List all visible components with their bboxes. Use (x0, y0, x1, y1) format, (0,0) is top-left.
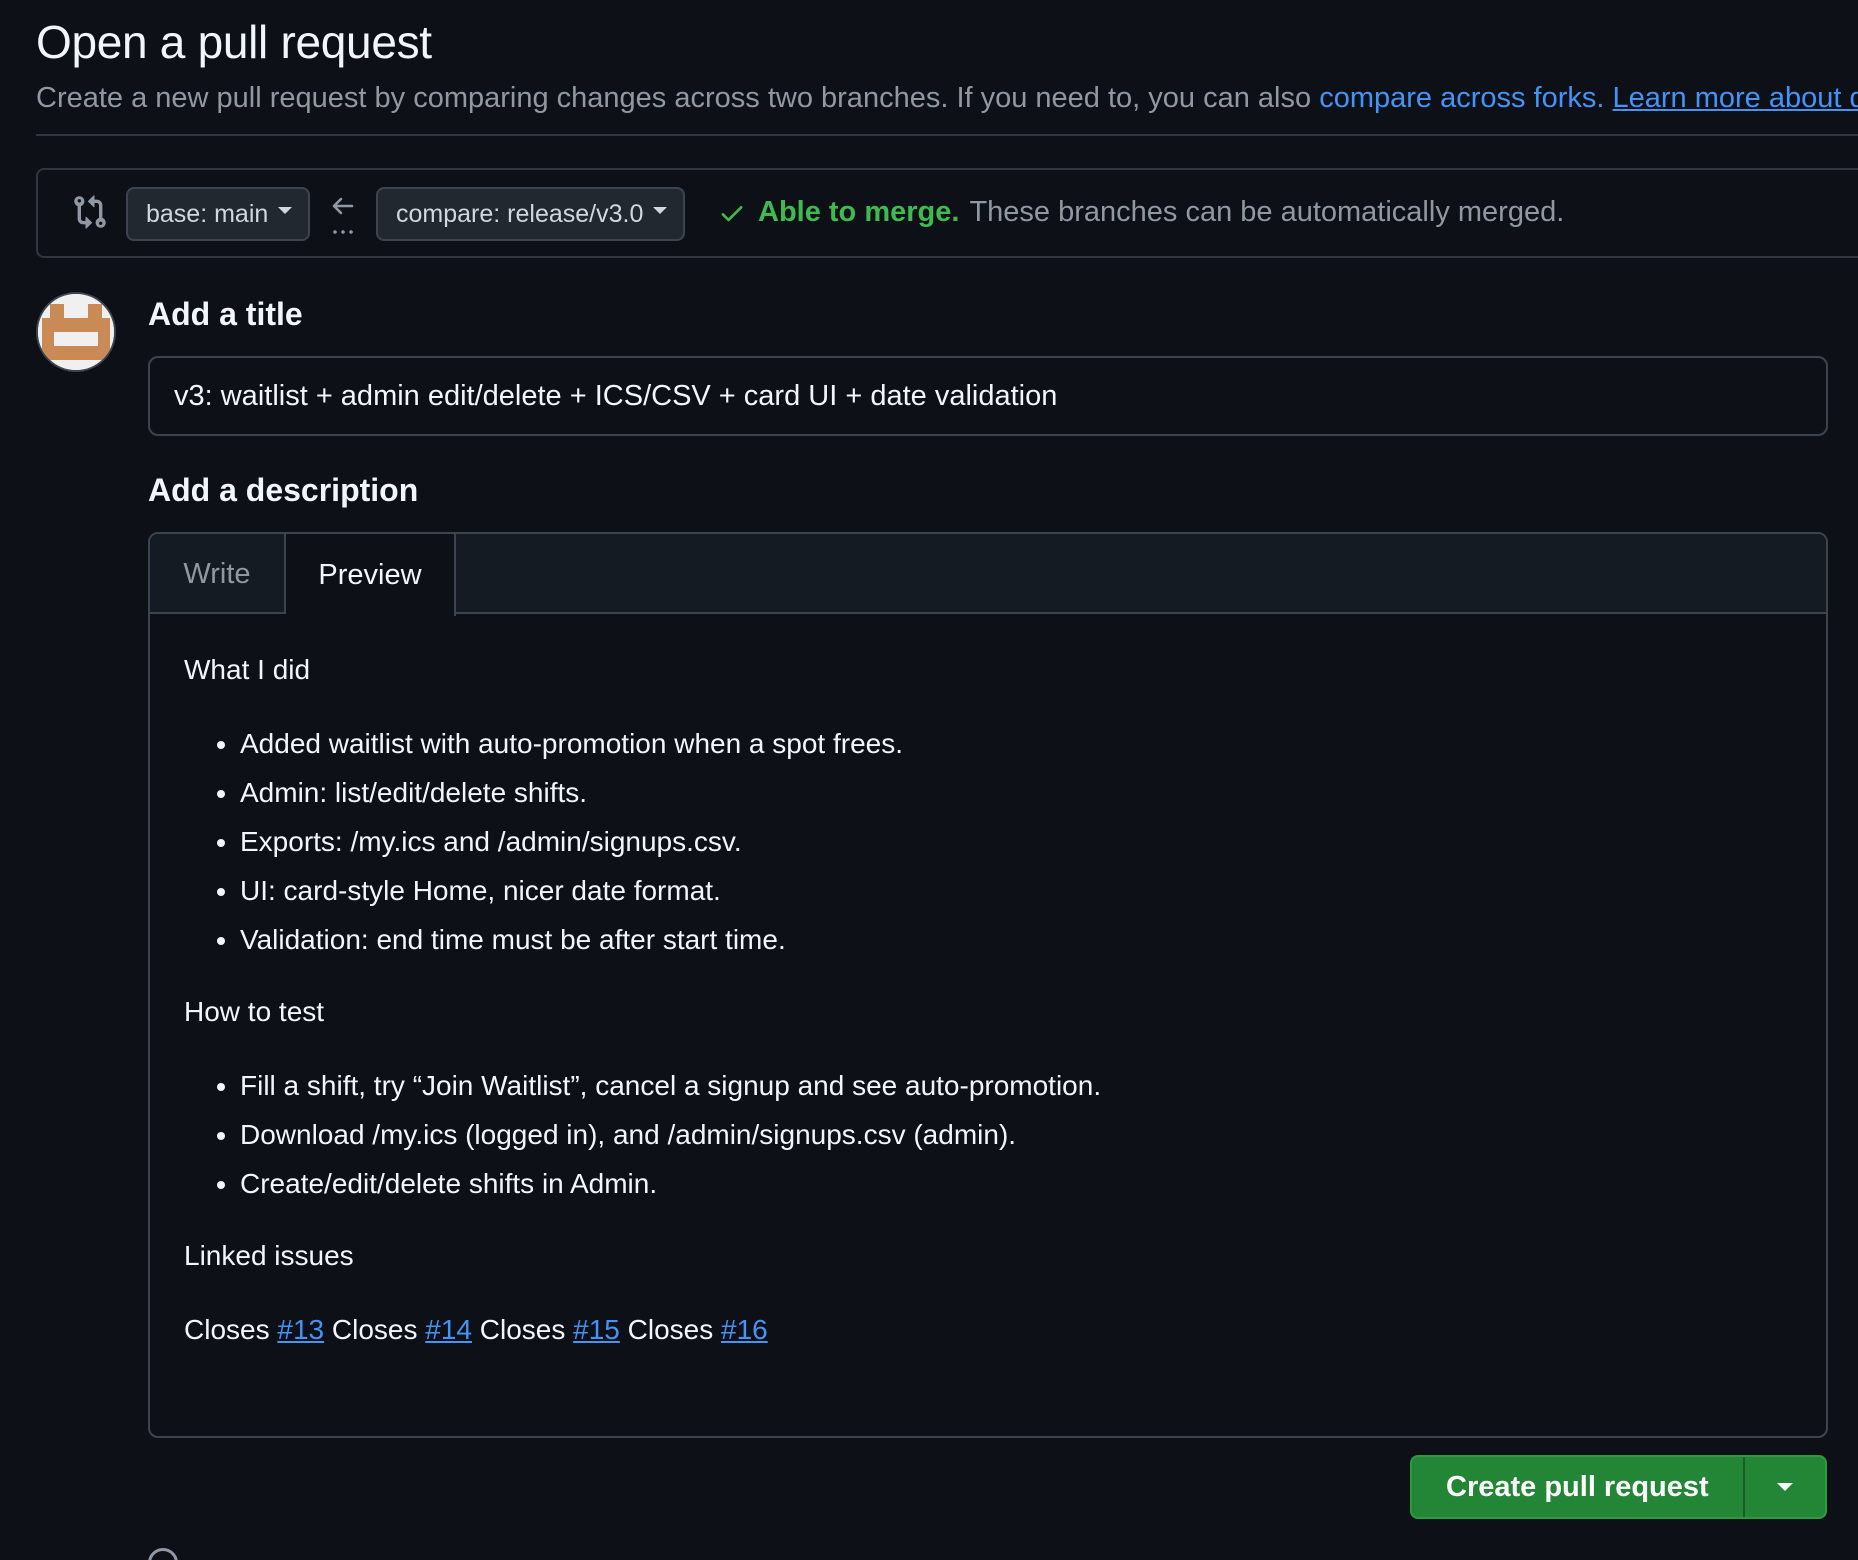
page-subtitle: Create a new pull request by comparing c… (36, 80, 1858, 116)
info-icon (148, 1548, 178, 1560)
closes-word: Closes (184, 1314, 270, 1345)
issue-link-15[interactable]: #15 (573, 1314, 620, 1345)
subtitle-text: Create a new pull request by comparing c… (36, 82, 1320, 114)
list-item: Exports: /my.ics and /admin/signups.csv. (240, 824, 1792, 860)
create-pull-request-button[interactable]: Create pull request (1412, 1457, 1743, 1517)
description-section-label: Add a description (148, 472, 419, 508)
pr-title-input[interactable] (148, 356, 1828, 436)
compare-branch-label: compare: release/v3.0 (396, 199, 644, 228)
linked-heading: Linked issues (184, 1240, 354, 1271)
issue-link-16[interactable]: #16 (721, 1314, 768, 1345)
list-item: Download /my.ics (logged in), and /admin… (240, 1117, 1792, 1153)
triangle-down-icon (1776, 1483, 1793, 1491)
learn-more-link[interactable]: Learn more about d (1613, 82, 1858, 114)
list-item: Validation: end time must be after start… (240, 922, 1792, 958)
description-editor: Write Preview What I did Added waitlist … (148, 532, 1828, 1438)
triangle-down-icon (278, 206, 293, 214)
preview-body: What I did Added waitlist with auto-prom… (184, 614, 1792, 1436)
create-options-dropdown[interactable] (1742, 1457, 1825, 1517)
test-list: Fill a shift, try “Join Waitlist”, cance… (184, 1068, 1792, 1202)
issue-link-14[interactable]: #14 (425, 1314, 472, 1345)
compare-branch-button[interactable]: compare: release/v3.0 (376, 187, 686, 241)
closes-word: Closes (479, 1314, 566, 1345)
base-branch-label: base: main (146, 199, 269, 228)
closes-line: Closes #13 Closes #14 Closes #15 Closes … (184, 1312, 1792, 1348)
title-section-label: Add a title (148, 296, 303, 332)
test-heading: How to test (184, 996, 325, 1027)
identicon-image (38, 294, 114, 370)
base-branch-button[interactable]: base: main (126, 187, 311, 241)
git-compare-icon (74, 195, 106, 229)
create-pull-request-button-group: Create pull request (1410, 1455, 1827, 1519)
issue-link-13[interactable]: #13 (277, 1314, 324, 1345)
merge-status: Able to merge. These branches can be aut… (718, 196, 1564, 229)
pull-request-page: Open a pull request Create a new pull re… (0, 0, 1858, 1560)
page-title: Open a pull request (36, 16, 432, 68)
page-header: Open a pull request Create a new pull re… (36, 14, 1858, 116)
check-icon (721, 205, 743, 221)
merge-ok-text: Able to merge. (758, 196, 960, 228)
what-heading: What I did (184, 654, 311, 685)
header-divider (36, 134, 1858, 136)
tab-preview[interactable]: Preview (286, 534, 456, 616)
list-item: Added waitlist with auto-promotion when … (240, 726, 1792, 762)
list-item: UI: card-style Home, nicer date format. (240, 873, 1792, 909)
triangle-down-icon (653, 206, 668, 214)
what-list: Added waitlist with auto-promotion when … (184, 726, 1792, 958)
arrow-left-icon (332, 197, 354, 234)
list-item: Create/edit/delete shifts in Admin. (240, 1166, 1792, 1202)
branch-range-bar: base: main compare: release/v3.0 Able to… (36, 168, 1858, 258)
tab-write[interactable]: Write (150, 534, 286, 614)
closes-word: Closes (331, 1314, 418, 1345)
closes-word: Closes (627, 1314, 714, 1345)
merge-detail-text: These branches can be automatically merg… (969, 196, 1565, 228)
list-item: Admin: list/edit/delete shifts. (240, 775, 1792, 811)
editor-tabbar: Write Preview (150, 534, 1826, 616)
list-item: Fill a shift, try “Join Waitlist”, cance… (240, 1068, 1792, 1104)
compare-across-forks-link[interactable]: compare across forks. (1319, 82, 1604, 114)
avatar[interactable] (36, 292, 116, 372)
